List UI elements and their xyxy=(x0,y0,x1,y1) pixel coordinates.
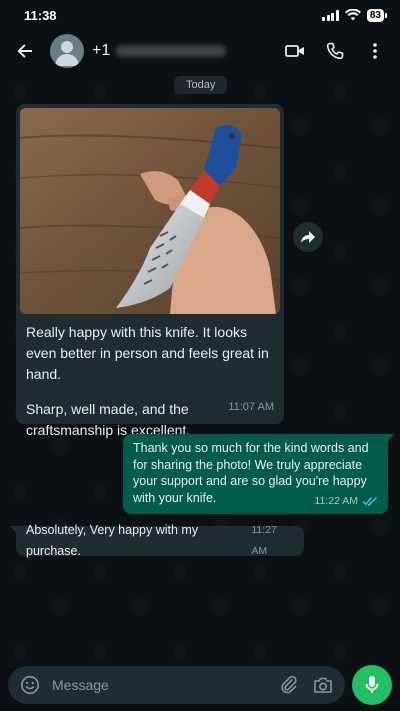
camera-button[interactable] xyxy=(311,673,335,697)
forward-icon xyxy=(301,231,315,243)
chat-area[interactable]: Today Really happy with this knife. It l… xyxy=(0,72,400,662)
contact-prefix: +1 xyxy=(92,42,111,59)
camera-icon xyxy=(314,677,332,693)
message-composer xyxy=(8,666,345,704)
cellular-signal-icon xyxy=(322,9,339,21)
incoming-photo-message[interactable]: Really happy with this knife. It looks e… xyxy=(16,104,284,438)
header-actions xyxy=(280,36,390,66)
paperclip-icon xyxy=(281,675,297,694)
emoji-button[interactable] xyxy=(18,673,42,697)
date-divider: Today xyxy=(174,76,228,94)
avatar[interactable] xyxy=(50,34,84,68)
back-button[interactable] xyxy=(10,36,40,66)
knife-photo[interactable] xyxy=(20,108,280,314)
message-input[interactable] xyxy=(52,677,267,693)
video-call-icon xyxy=(285,45,304,57)
incoming-message[interactable]: Absolutely, Very happy with my purchase.… xyxy=(10,523,304,558)
attach-button[interactable] xyxy=(277,673,301,697)
voice-call-icon xyxy=(326,42,344,60)
message-time: 11:07 AM xyxy=(228,401,274,413)
more-vert-icon xyxy=(373,43,377,59)
back-arrow-icon xyxy=(17,44,32,58)
video-call-button[interactable] xyxy=(280,36,310,66)
message-time: 11:27 AM xyxy=(251,524,277,557)
status-icons: 83 xyxy=(322,8,388,22)
forward-button[interactable] xyxy=(293,222,323,252)
status-time: 11:38 xyxy=(24,7,57,23)
battery-indicator: 83 xyxy=(366,8,388,22)
redacted-phone-number xyxy=(116,45,227,57)
voice-call-button[interactable] xyxy=(320,36,350,66)
message-time: 11:22 AM xyxy=(314,494,358,507)
double-check-read-icon xyxy=(362,496,377,506)
more-options-button[interactable] xyxy=(360,36,390,66)
contact-name[interactable]: +1 xyxy=(92,42,272,60)
message-text: Really happy with this knife. It looks e… xyxy=(20,314,280,441)
voice-message-button[interactable] xyxy=(352,665,392,705)
status-bar: 11:38 83 xyxy=(0,0,400,30)
message-paragraph: Really happy with this knife. It looks e… xyxy=(26,324,269,382)
outgoing-message[interactable]: Thank you so much for the kind words and… xyxy=(123,434,394,514)
message-text: Absolutely, Very happy with my purchase. xyxy=(26,523,199,558)
emoji-icon xyxy=(21,676,39,694)
microphone-icon xyxy=(365,676,379,693)
default-user-icon xyxy=(55,41,79,66)
wifi-icon xyxy=(344,9,361,21)
message-meta: 11:22 AM xyxy=(314,493,378,510)
chat-header: +1 xyxy=(0,30,400,72)
